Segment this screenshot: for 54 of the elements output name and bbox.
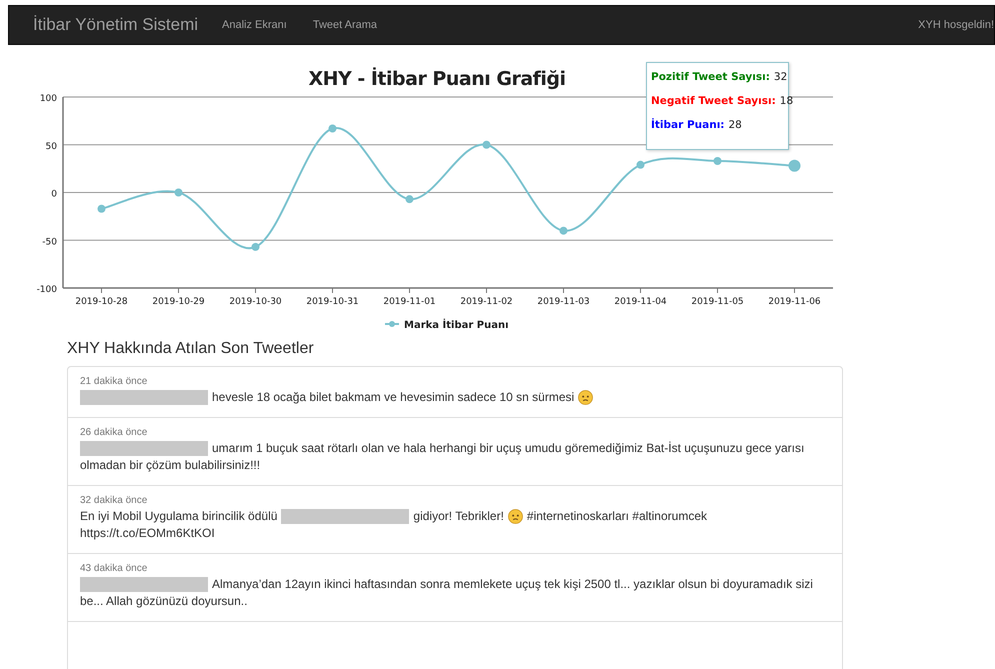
y-tick-label: 100 [40, 94, 57, 104]
tweet-time: 26 dakika önce [80, 427, 148, 438]
y-tick-label: 0 [51, 190, 57, 200]
brand-link[interactable]: İtibar Yönetim Sistemi [33, 15, 198, 35]
tweet-text: #internetinoskarları #altinorumcek [526, 508, 707, 525]
y-tick-label: -100 [36, 285, 57, 295]
data-point[interactable] [482, 140, 490, 149]
tooltip-label: İtibar Puanı: [651, 119, 724, 131]
data-point[interactable] [714, 156, 722, 165]
x-tick-label: 2019-11-06 [768, 297, 821, 307]
x-tick-label: 2019-11-05 [691, 297, 744, 307]
y-tick-label: 50 [46, 142, 57, 152]
tooltip-label: Pozitif Tweet Sayısı: [651, 71, 770, 83]
tweet-time: 32 dakika önce [80, 495, 148, 506]
tooltip-value: 28 [728, 119, 742, 131]
data-point[interactable] [174, 188, 182, 196]
data-point[interactable] [560, 226, 568, 235]
tweet-text: hevesle 18 ocağa bilet bakmam ve hevesimin sadece 10 sn sürmesi [212, 389, 574, 406]
tweet-time: 43 dakika önce [80, 563, 148, 574]
tooltip-value: 32 [774, 71, 788, 83]
tweet-text: olmadan bir çözüm bulabilirsiniz!!! [80, 457, 260, 474]
tooltip-label: Negatif Tweet Sayısı: [651, 95, 776, 107]
nav-link[interactable]: Analiz Ekranı [222, 19, 287, 31]
tooltip-value: 18 [780, 95, 794, 107]
legend-marker-icon [385, 321, 399, 327]
chart-title: XHY - İtibar Puanı Grafiği [308, 68, 566, 90]
data-point[interactable] [328, 124, 336, 133]
data-point[interactable] [252, 242, 260, 251]
tweet-text: be... Allah gözünüzü doyursun.. [80, 593, 248, 610]
data-point[interactable] [406, 195, 414, 204]
x-tick-label: 2019-11-04 [614, 297, 667, 307]
data-point[interactable] [636, 160, 644, 169]
x-tick-label: 2019-10-31 [306, 297, 359, 307]
greeting-text: XYH hosgeldin! [918, 19, 994, 31]
data-point[interactable] [98, 204, 106, 213]
x-tick-label: 2019-10-30 [229, 297, 282, 307]
x-tick-label: 2019-10-29 [152, 297, 205, 307]
tweet-text: Almanya’dan 12ayın ikinci haftasından sonra memlekete uçuş tek kişi 2500 tl... yazıklar olsun bi doyuramadık sizi [212, 576, 813, 593]
tweet-text: umarım 1 buçuk saat rötarlı olan ve hala herhangi bir uçuş umudu göremediğimiz Bat-İst uçuşunuzu gece yarısı [212, 440, 804, 457]
x-tick-label: 2019-10-28 [75, 297, 128, 307]
tweet-time: 21 dakika önce [80, 376, 148, 387]
emoji-face-icon [508, 509, 523, 524]
tweet-text: gidiyor! Tebrikler! [413, 508, 504, 525]
tweet-text: https://t.co/EOMm6KtKOI [80, 525, 215, 542]
data-point[interactable] [788, 160, 800, 172]
section-heading: XHY Hakkında Atılan Son Tweetler [67, 340, 315, 358]
nav-link[interactable]: Tweet Arama [312, 19, 378, 31]
tweet-text: En iyi Mobil Uygulama birincilik ödülü [80, 508, 278, 525]
x-tick-label: 2019-11-03 [537, 297, 590, 307]
emoji-face-icon [578, 390, 594, 405]
x-tick-label: 2019-11-02 [460, 297, 513, 307]
legend-label: Marka İtibar Puanı [404, 320, 509, 331]
x-tick-label: 2019-11-01 [383, 297, 436, 307]
y-tick-label: -50 [42, 237, 57, 248]
